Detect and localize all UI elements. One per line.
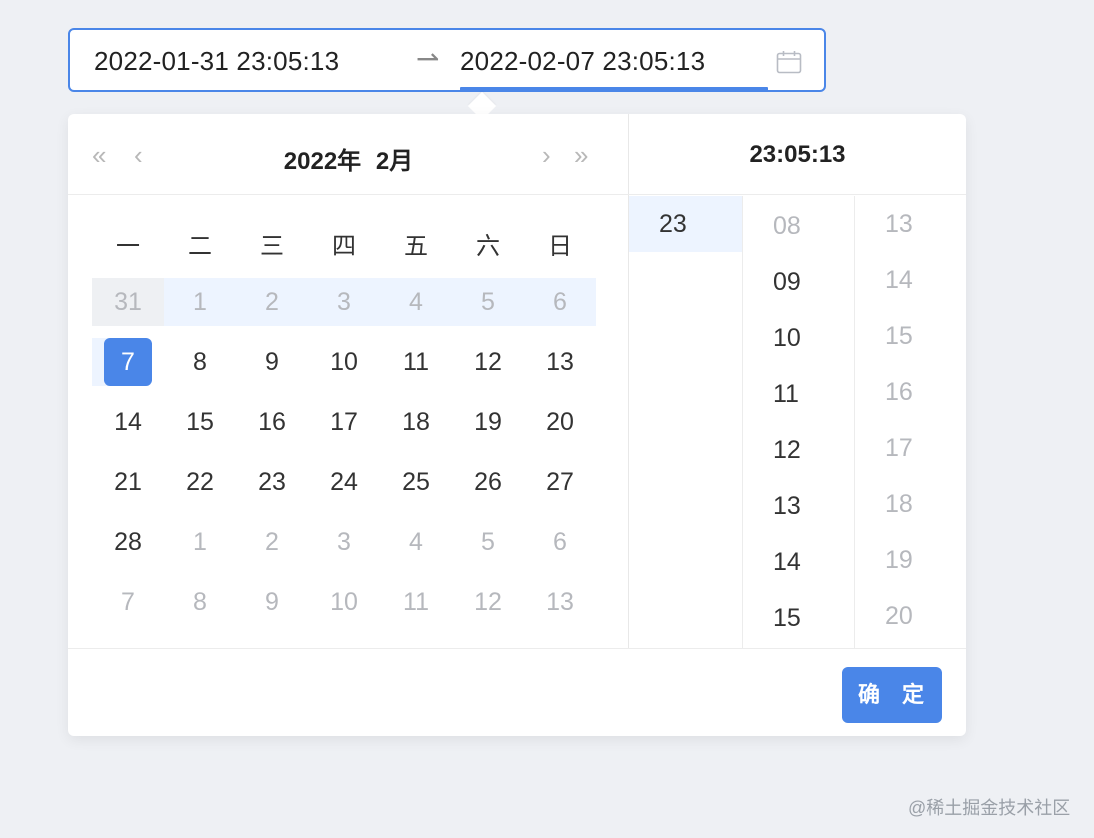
weekday-label: 日	[548, 233, 572, 260]
calendar-day[interactable]: 31	[92, 278, 164, 326]
date-panel: « ‹ 2022年 2月 › » 一二三四五六日 31 1 2 3 4 5 6 7 8 9 10 11…	[68, 114, 629, 648]
calendar-day[interactable]: 8	[164, 338, 236, 386]
calendar-header: « ‹ 2022年 2月 › »	[68, 114, 629, 195]
confirm-button[interactable]: 确 定	[842, 667, 942, 723]
calendar-day[interactable]: 23	[236, 458, 308, 506]
weekday-label: 六	[476, 233, 500, 260]
datetime-picker-panel: « ‹ 2022年 2月 › » 一二三四五六日 31 1 2 3 4 5 6 7 8 9 10 11…	[68, 114, 966, 736]
calendar-day[interactable]: 11	[380, 578, 452, 626]
calendar-day[interactable]: 10	[308, 578, 380, 626]
second-option[interactable]: 18	[855, 476, 966, 532]
calendar-day[interactable]: 16	[236, 398, 308, 446]
next-month-button[interactable]: ›	[542, 140, 551, 171]
calendar-day[interactable]: 11	[380, 338, 452, 386]
calendar-day[interactable]: 17	[308, 398, 380, 446]
weekday-label: 三	[260, 233, 284, 260]
minute-option[interactable]: 13	[743, 478, 854, 534]
start-date-field[interactable]: 2022-01-31 23:05:13	[94, 46, 339, 77]
calendar-day[interactable]: 13	[524, 338, 596, 386]
second-option[interactable]: 17	[855, 420, 966, 476]
weekday-label: 二	[188, 233, 212, 260]
calendar-day[interactable]: 20	[524, 398, 596, 446]
calendar-day[interactable]: 7	[92, 578, 164, 626]
calendar-day[interactable]: 15	[164, 398, 236, 446]
calendar-day[interactable]: 18	[380, 398, 452, 446]
second-column[interactable]: 13 14 15 16 17 18 19 20	[855, 196, 966, 648]
calendar-day[interactable]: 1	[164, 518, 236, 566]
hour-column[interactable]: 23	[629, 196, 743, 648]
minute-option[interactable]: 15	[743, 590, 854, 646]
calendar-day[interactable]: 12	[452, 338, 524, 386]
second-option[interactable]: 14	[855, 252, 966, 308]
calendar-day[interactable]: 1	[164, 278, 236, 326]
calendar-day[interactable]: 22	[164, 458, 236, 506]
minute-option[interactable]: 14	[743, 534, 854, 590]
picker-footer: 确 定	[68, 648, 966, 736]
calendar-day[interactable]: 9	[236, 578, 308, 626]
calendar-day[interactable]: 27	[524, 458, 596, 506]
minute-option[interactable]: 09	[743, 254, 854, 310]
second-option[interactable]: 20	[855, 588, 966, 644]
calendar-day[interactable]: 21	[92, 458, 164, 506]
next-year-button[interactable]: »	[574, 140, 588, 171]
calendar-day[interactable]: 14	[92, 398, 164, 446]
active-field-indicator	[460, 87, 768, 91]
selected-day[interactable]: 7	[104, 338, 152, 386]
year-label[interactable]: 2022年	[284, 148, 361, 175]
calendar-day[interactable]: 5	[452, 518, 524, 566]
month-label[interactable]: 2月	[376, 148, 413, 175]
second-option[interactable]: 13	[855, 196, 966, 252]
calendar-day[interactable]: 4	[380, 278, 452, 326]
calendar-day[interactable]: 3	[308, 278, 380, 326]
second-option[interactable]: 19	[855, 532, 966, 588]
weekday-label: 四	[332, 233, 356, 260]
calendar-day[interactable]: 2	[236, 518, 308, 566]
weekday-label: 五	[404, 233, 428, 260]
calendar-day[interactable]: 26	[452, 458, 524, 506]
date-range-input[interactable]: 2022-01-31 23:05:13 ⇀ 2022-02-07 23:05:1…	[68, 28, 826, 92]
minute-option[interactable]: 10	[743, 310, 854, 366]
hour-option[interactable]: 23	[629, 196, 742, 252]
time-panel: 23:05:13 23 08 09 10 11 12 13 14 15 13 14 15 16 17 1…	[629, 114, 966, 648]
calendar-day[interactable]: 9	[236, 338, 308, 386]
calendar-day[interactable]: 8	[164, 578, 236, 626]
second-option[interactable]: 15	[855, 308, 966, 364]
watermark: @稀土掘金技术社区	[908, 798, 1071, 818]
minute-option[interactable]: 12	[743, 422, 854, 478]
second-option[interactable]: 16	[855, 364, 966, 420]
calendar-day[interactable]: 5	[452, 278, 524, 326]
calendar-day[interactable]: 25	[380, 458, 452, 506]
range-separator-icon: ⇀	[416, 43, 440, 74]
calendar-day[interactable]: 3	[308, 518, 380, 566]
minute-column[interactable]: 08 09 10 11 12 13 14 15	[743, 196, 855, 648]
calendar-day[interactable]: 28	[92, 518, 164, 566]
calendar-day[interactable]: 4	[380, 518, 452, 566]
time-title: 23:05:13	[629, 114, 966, 195]
calendar-day[interactable]: 2	[236, 278, 308, 326]
minute-option[interactable]: 11	[743, 366, 854, 422]
calendar-day[interactable]: 6	[524, 278, 596, 326]
calendar-day[interactable]: 13	[524, 578, 596, 626]
calendar-day[interactable]: 6	[524, 518, 596, 566]
calendar-day[interactable]: 12	[452, 578, 524, 626]
weekday-label: 一	[116, 233, 140, 260]
calendar-day[interactable]: 24	[308, 458, 380, 506]
calendar-day[interactable]: 19	[452, 398, 524, 446]
minute-option[interactable]: 08	[743, 198, 854, 254]
end-date-field[interactable]: 2022-02-07 23:05:13	[460, 46, 705, 77]
calendar-day[interactable]: 10	[308, 338, 380, 386]
calendar-icon[interactable]	[776, 50, 802, 74]
